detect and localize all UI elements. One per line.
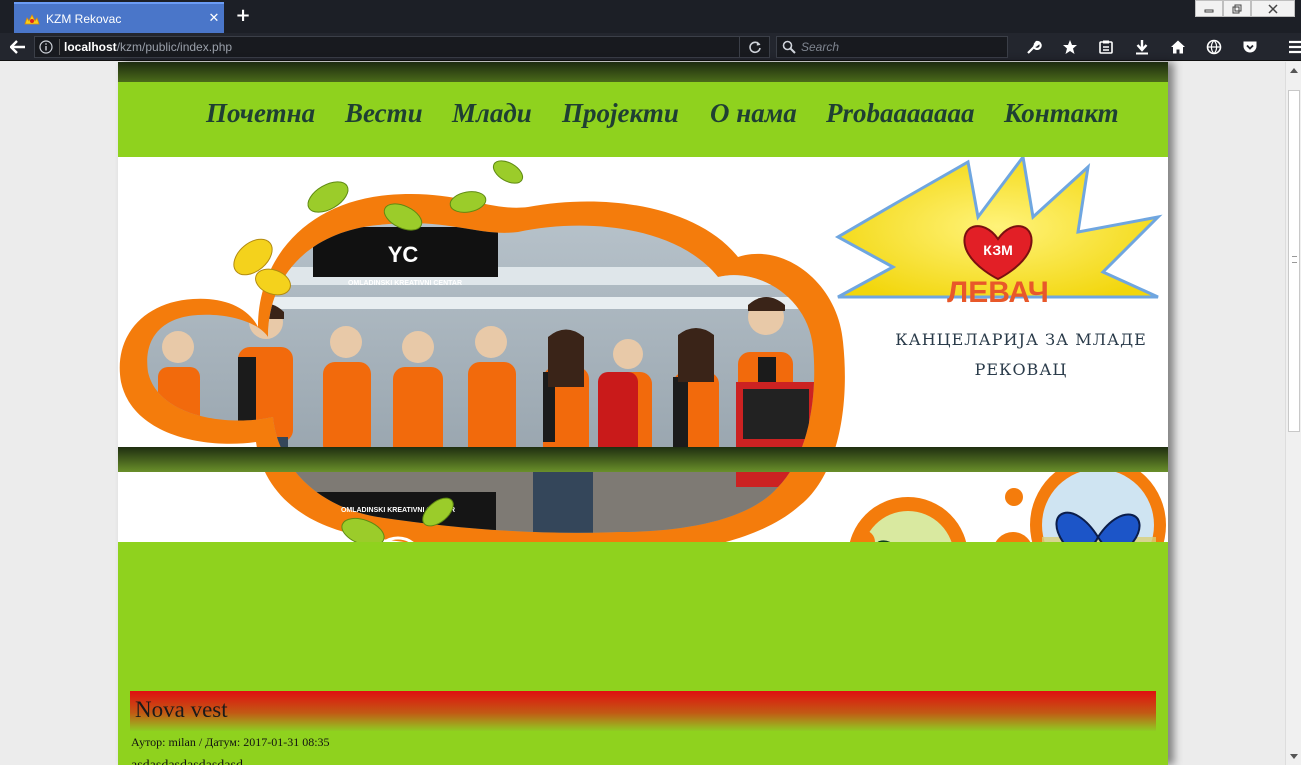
reload-button[interactable] xyxy=(739,37,769,57)
booth-sign-top: OMLADINSKI KREATIVNI CENTAR xyxy=(348,280,462,287)
downloads-arrow-icon[interactable] xyxy=(1124,36,1160,58)
url-bar[interactable]: localhost/kzm/public/index.php xyxy=(34,36,770,58)
menu-item-proba[interactable]: Probaaaaaaa xyxy=(826,98,975,129)
logo-word: ЛЕВАЧ xyxy=(947,276,1049,309)
booth-logo-top: YC xyxy=(388,242,419,267)
scroll-grip xyxy=(1292,256,1297,263)
news-title[interactable]: Nova vest xyxy=(135,697,228,723)
toolbar xyxy=(1016,36,1301,58)
url-text[interactable]: localhost/kzm/public/index.php xyxy=(64,40,739,54)
new-tab-button[interactable]: + xyxy=(232,5,254,27)
search-icon xyxy=(782,40,796,54)
globe-extension-icon[interactable] xyxy=(1196,36,1232,58)
minimize-button[interactable] xyxy=(1195,0,1223,17)
menu-item-kontakt[interactable]: Контакт xyxy=(1004,98,1119,129)
back-arrow-icon xyxy=(10,40,25,54)
page-scrollbar[interactable] xyxy=(1285,62,1301,765)
window-controls xyxy=(1195,0,1295,18)
pocket-icon[interactable] xyxy=(1232,36,1268,58)
page-top-strip xyxy=(118,62,1168,82)
tab-close-icon[interactable]: ✕ xyxy=(204,11,224,26)
search-bar[interactable]: Search xyxy=(776,36,1008,58)
url-path: /kzm/public/index.php xyxy=(116,40,233,54)
browser-tab[interactable]: KZM Rekovac ✕ xyxy=(14,2,224,33)
menu-item-vesti[interactable]: Вести xyxy=(345,98,423,129)
url-host: localhost xyxy=(64,40,117,54)
site-info-icon[interactable] xyxy=(35,37,57,57)
scroll-thumb[interactable] xyxy=(1288,90,1300,432)
sun-favicon-icon xyxy=(24,11,40,27)
close-window-button[interactable] xyxy=(1251,0,1295,17)
bookmarks-list-icon[interactable] xyxy=(1088,36,1124,58)
web-page: Почетна Вести Млади Пројекти О нама Prob… xyxy=(118,62,1168,765)
menu-item-pocetna[interactable]: Почетна xyxy=(206,98,315,129)
main-menu: Почетна Вести Млади Пројекти О нама Prob… xyxy=(118,82,1168,157)
header-banner: OMLADINSKI KREATIVNI CENTAR YC OMLADINSK… xyxy=(118,157,1168,542)
news-meta: Аутор: milan / Датум: 2017-01-31 08:35 xyxy=(131,735,330,749)
logo-heart-text: КЗМ xyxy=(983,242,1013,258)
search-placeholder: Search xyxy=(801,40,840,54)
reload-icon xyxy=(748,41,761,54)
banner-dark-strip xyxy=(118,447,1168,472)
home-icon[interactable] xyxy=(1160,36,1196,58)
news-body: asdasdasdasdasdasd xyxy=(131,758,243,765)
url-separator xyxy=(59,39,60,55)
developer-tools-wrench-icon[interactable] xyxy=(1016,36,1052,58)
bookmark-star-icon[interactable] xyxy=(1052,36,1088,58)
browser-navigation-bar: localhost/kzm/public/index.php Search xyxy=(0,33,1301,61)
hamburger-menu-icon[interactable] xyxy=(1278,36,1301,58)
back-button[interactable] xyxy=(6,36,30,58)
restore-button[interactable] xyxy=(1223,0,1251,17)
office-name-line1: КАНЦЕЛАРИЈА ЗА МЛАДЕ xyxy=(895,330,1147,349)
scroll-down-arrow-icon[interactable] xyxy=(1286,749,1301,765)
banner-artwork: OMLADINSKI KREATIVNI CENTAR YC OMLADINSK… xyxy=(119,157,1166,542)
menu-item-mladi[interactable]: Млади xyxy=(452,98,532,129)
office-name-line2: РЕКОВАЦ xyxy=(974,360,1068,379)
menu-item-projekti[interactable]: Пројекти xyxy=(562,98,679,129)
tab-title: KZM Rekovac xyxy=(46,11,122,26)
scroll-up-arrow-icon[interactable] xyxy=(1286,62,1301,78)
news-title-bar: Nova vest xyxy=(130,691,1156,731)
browser-tab-strip: KZM Rekovac ✕ + xyxy=(0,0,1301,33)
menu-item-o-nama[interactable]: О нама xyxy=(710,98,797,129)
kzm-logo: КЗМ ЛЕВАЧ xyxy=(834,157,1163,309)
